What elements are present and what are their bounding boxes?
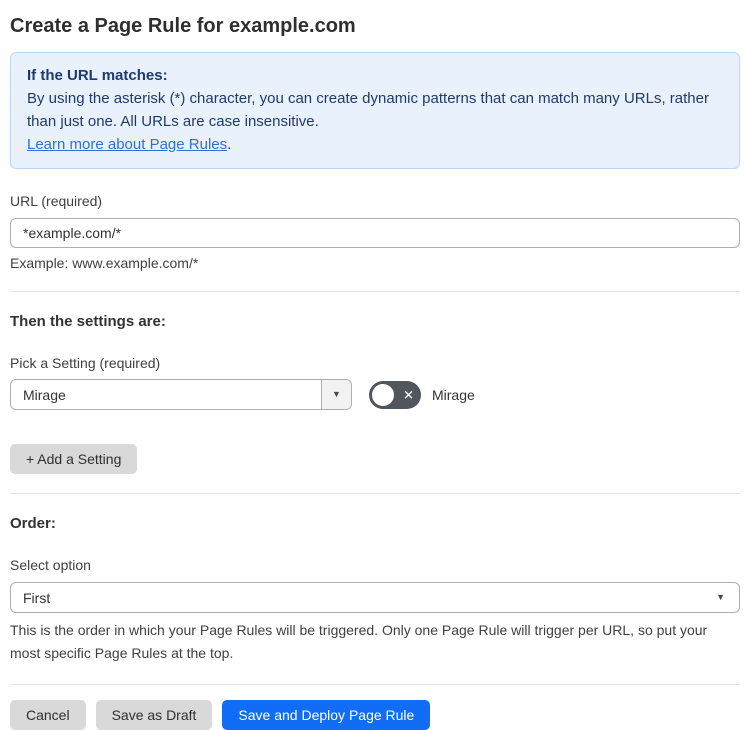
url-input[interactable] <box>10 218 740 248</box>
learn-more-link[interactable]: Learn more about Page Rules <box>27 136 227 153</box>
chevron-down-icon: ▼ <box>332 389 341 399</box>
x-icon: ✕ <box>403 387 414 402</box>
info-box-body: By using the asterisk (*) character, you… <box>27 90 709 130</box>
mirage-toggle[interactable]: ✕ <box>369 380 421 409</box>
save-draft-button[interactable]: Save as Draft <box>95 700 213 730</box>
cancel-button[interactable]: Cancel <box>10 700 86 730</box>
order-select-label: Select option <box>10 557 91 573</box>
order-heading: Order: <box>10 515 56 532</box>
setting-picker-value: Mirage <box>23 386 66 403</box>
order-select-value: First <box>23 589 51 606</box>
url-example-text: Example: www.example.com/* <box>10 255 199 271</box>
toggle-label: Mirage <box>432 386 475 403</box>
info-box-heading: If the URL matches: <box>27 67 168 84</box>
setting-picker-dropdown[interactable]: Mirage ▼ <box>10 379 352 410</box>
add-setting-button[interactable]: + Add a Setting <box>10 444 138 474</box>
divider <box>10 291 740 292</box>
chevron-down-icon: ▼ <box>716 592 725 602</box>
page-title: Create a Page Rule for example.com <box>10 15 356 37</box>
url-label: URL (required) <box>10 193 103 209</box>
setting-picker-arrow-button[interactable]: ▼ <box>321 380 351 409</box>
toggle-knob <box>372 383 394 406</box>
divider <box>10 493 740 494</box>
order-help-text: This is the order in which your Page Rul… <box>10 622 708 661</box>
order-select[interactable]: First ▼ <box>10 582 740 613</box>
link-suffix: . <box>227 136 232 153</box>
divider <box>10 684 740 685</box>
setting-picker-label: Pick a Setting (required) <box>10 355 161 371</box>
footer-actions: Cancel Save as Draft Save and Deploy Pag… <box>10 700 740 730</box>
settings-heading: Then the settings are: <box>10 313 166 330</box>
info-box-link-line: Learn more about Page Rules. <box>27 133 723 156</box>
setting-row: Mirage ▼ ✕ Mirage <box>10 379 740 410</box>
save-deploy-button[interactable]: Save and Deploy Page Rule <box>222 700 431 730</box>
url-match-info-box: If the URL matches: By using the asteris… <box>10 52 740 169</box>
